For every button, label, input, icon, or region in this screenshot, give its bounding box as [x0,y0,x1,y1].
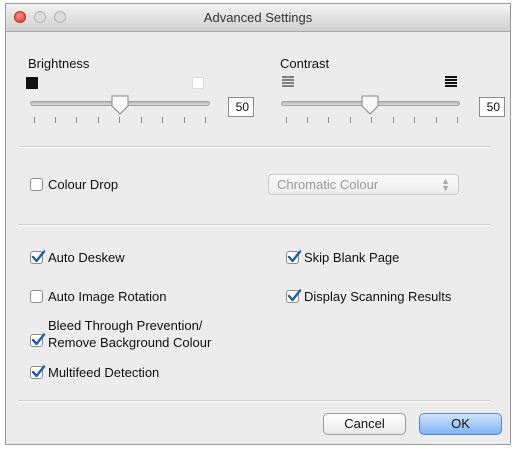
colour-drop-checkbox[interactable] [30,178,43,191]
colour-mode-value: Chromatic Colour [277,177,379,192]
colour-drop-label: Colour Drop [48,177,119,192]
colour-mode-popup[interactable]: Chromatic Colour ▲ ▼ [268,174,459,195]
separator [18,400,490,402]
bleed-through-label-line1: Bleed Through Prevention/ [48,318,203,333]
brightness-value-field[interactable]: 50 [228,97,254,117]
multifeed-detection-checkbox[interactable] [30,365,46,379]
bleed-through-checkbox[interactable] [30,333,46,347]
display-scanning-results-checkbox[interactable] [286,289,302,303]
contrast-slider-thumb[interactable] [361,95,379,115]
brightness-slider-thumb[interactable] [111,95,129,115]
checkmark-icon [31,250,46,263]
light-brightness-icon [192,77,204,89]
multifeed-detection-label: Multifeed Detection [48,365,160,380]
brightness-ticks [34,117,206,125]
auto-deskew-label: Auto Deskew [48,250,125,265]
window-title: Advanced Settings [203,10,313,25]
brightness-label: Brightness [28,56,90,71]
checkmark-icon [31,365,46,378]
ok-button[interactable]: OK [419,413,502,435]
auto-image-rotation-label: Auto Image Rotation [48,289,167,304]
skip-blank-page-label: Skip Blank Page [304,250,400,265]
separator [18,146,490,148]
contrast-ticks [286,117,458,125]
contrast-value-field[interactable]: 50 [479,97,505,117]
title-bar: Advanced Settings [6,4,510,32]
checkmark-icon [287,250,302,263]
contrast-label: Contrast [280,56,330,71]
high-contrast-icon [445,76,457,87]
popup-arrows-icon: ▲ ▼ [441,176,450,193]
display-scanning-results-label: Display Scanning Results [304,289,452,304]
cancel-button[interactable]: Cancel [323,413,406,435]
checkmark-icon [31,333,46,346]
separator [18,224,490,226]
bleed-through-label-line2: Remove Background Colour [48,335,212,350]
checkmark-icon [287,289,302,302]
dark-brightness-icon [26,77,38,89]
skip-blank-page-checkbox[interactable] [286,250,302,264]
auto-deskew-checkbox[interactable] [30,250,46,264]
auto-image-rotation-checkbox[interactable] [30,290,43,303]
low-contrast-icon [282,76,294,87]
